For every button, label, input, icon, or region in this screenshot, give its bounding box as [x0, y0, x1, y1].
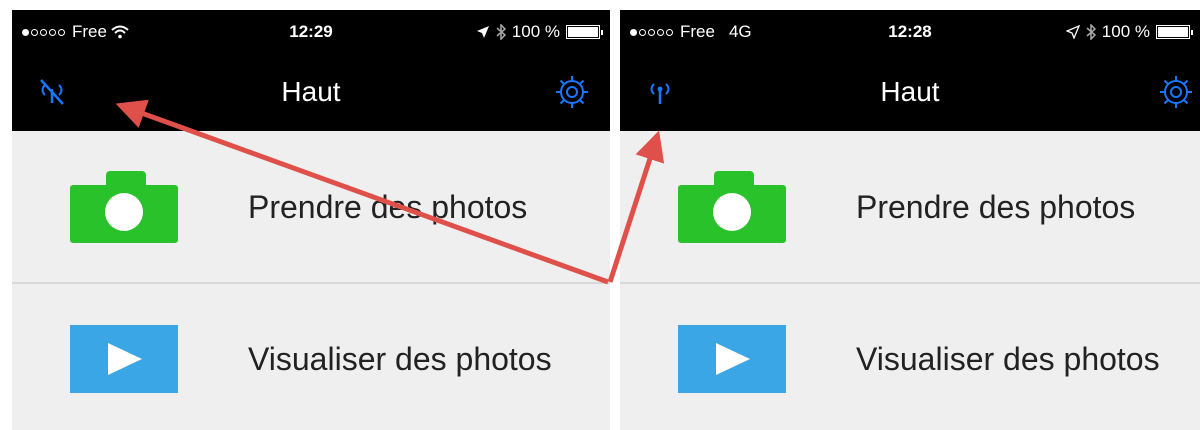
view-photos-row[interactable]: Visualiser des photos	[620, 284, 1200, 430]
location-arrow-icon	[476, 26, 489, 38]
view-photos-label: Visualiser des photos	[856, 340, 1160, 377]
nav-bar: Haut	[620, 66, 1200, 116]
view-photos-label: Visualiser des photos	[248, 340, 552, 377]
take-photos-label: Prendre des photos	[856, 188, 1136, 225]
camera-icon	[678, 171, 786, 243]
camera-icon	[70, 171, 178, 243]
battery-icon	[566, 25, 603, 39]
battery-percent: 100 %	[1101, 22, 1150, 41]
status-bar: Free 12:29 100 %	[12, 22, 610, 44]
phone-screen-right: Free 4G 12:28 100 % Haut Prendre des pho…	[620, 10, 1200, 430]
take-photos-row[interactable]: Prendre des photos	[620, 132, 1200, 282]
top-bar: Free 12:29 100 % Haut	[12, 10, 610, 131]
top-bar: Free 4G 12:28 100 % Haut	[620, 10, 1200, 131]
battery-icon	[1156, 25, 1193, 39]
nav-title: Haut	[281, 76, 341, 107]
take-photos-label: Prendre des photos	[248, 188, 528, 225]
nav-title: Haut	[880, 76, 940, 107]
location-arrow-icon	[1065, 25, 1080, 39]
battery-percent: 100 %	[511, 22, 560, 41]
view-photos-row[interactable]: Visualiser des photos	[12, 284, 610, 430]
take-photos-row[interactable]: Prendre des photos	[12, 132, 610, 282]
play-icon	[70, 323, 178, 395]
phone-screen-left: Free 12:29 100 % Haut Prendre des photos…	[12, 10, 610, 430]
gear-icon	[556, 76, 588, 108]
settings-button[interactable]	[1156, 72, 1196, 112]
nav-bar: Haut	[12, 66, 610, 116]
gear-icon	[1160, 76, 1192, 108]
bluetooth-icon	[496, 24, 506, 40]
play-icon	[678, 323, 786, 395]
bluetooth-icon	[1086, 24, 1096, 40]
status-right-group: 100 %	[1065, 22, 1193, 42]
status-bar: Free 4G 12:28 100 %	[620, 22, 1200, 44]
status-right-group: 100 %	[476, 22, 603, 42]
settings-button[interactable]	[552, 72, 592, 112]
